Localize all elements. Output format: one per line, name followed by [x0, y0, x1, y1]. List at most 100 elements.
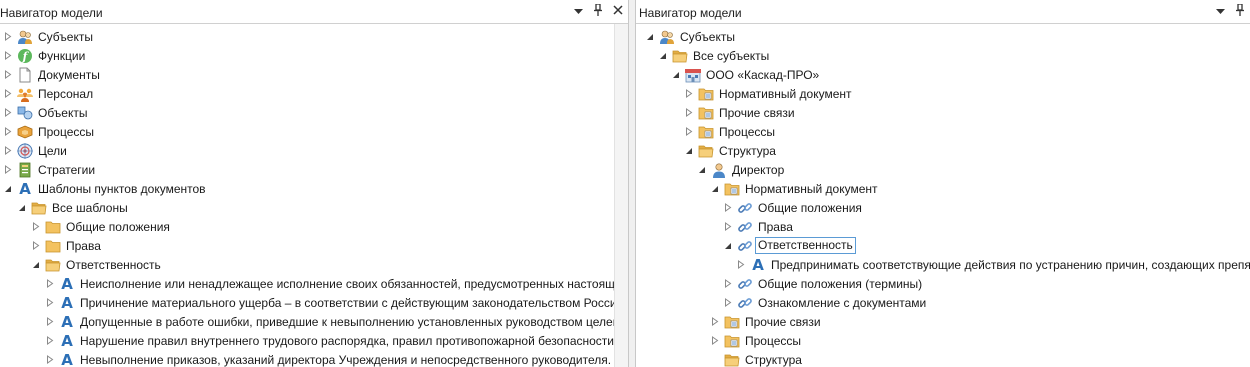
tree-node[interactable]: Все субъекты	[658, 46, 769, 65]
letter-a-icon: A	[61, 312, 73, 331]
tree-node[interactable]: Документы	[3, 65, 100, 84]
tree-node[interactable]: Директор	[697, 160, 784, 179]
tree-node[interactable]: Ознакомление с документами	[723, 293, 926, 312]
tree-node[interactable]: Цели	[3, 141, 67, 160]
expand-arrow-icon[interactable]	[45, 317, 55, 327]
tree-node[interactable]: Субъекты	[3, 27, 93, 46]
tree-node[interactable]: Структура	[684, 141, 776, 160]
collapse-arrow-icon[interactable]	[723, 241, 733, 251]
tree-node[interactable]: Нормативный документ	[710, 179, 878, 198]
expand-arrow-icon[interactable]	[723, 279, 733, 289]
expand-arrow-icon[interactable]	[3, 70, 13, 80]
panel-title: Навигатор модели	[639, 6, 742, 20]
tree-node-label: Структура	[719, 143, 776, 158]
group-icon	[17, 86, 33, 102]
tree-node-label: Персонал	[38, 86, 94, 101]
tree-node-label: Общие положения	[66, 219, 170, 234]
tree-node[interactable]: Субъекты	[645, 27, 735, 46]
tree-node[interactable]: Общие положения	[31, 217, 170, 236]
tree-node[interactable]: A Допущенные в работе ошибки, приведшие к…	[45, 312, 619, 331]
expand-arrow-icon[interactable]	[723, 203, 733, 213]
expand-arrow-icon[interactable]	[3, 146, 13, 156]
tree-node[interactable]: Ответственность	[31, 255, 161, 274]
tree-node[interactable]: ООО «Каскад-ПРО»	[671, 65, 819, 84]
collapse-arrow-icon[interactable]	[17, 203, 27, 213]
expand-arrow-icon[interactable]	[710, 317, 720, 327]
tree-node[interactable]: Прочие связи	[684, 103, 795, 122]
expand-arrow-icon[interactable]	[684, 89, 694, 99]
collapse-arrow-icon[interactable]	[671, 70, 681, 80]
target-icon	[17, 142, 33, 159]
tree-node[interactable]: A Предпринимать соответствующие действия …	[736, 255, 1250, 274]
tree-node[interactable]: Структура	[710, 350, 802, 367]
tree-node[interactable]: A Шаблоны пунктов документов	[3, 179, 206, 198]
expand-arrow-icon[interactable]	[3, 89, 13, 99]
tree-node[interactable]: Нормативный документ	[684, 84, 852, 103]
tree-node[interactable]: Все шаблоны	[17, 198, 128, 217]
tree-node[interactable]: A Нарушение правил внутреннего трудового …	[45, 331, 614, 350]
tree-node[interactable]: Персонал	[3, 84, 93, 103]
tree-node[interactable]: Процессы	[710, 331, 801, 350]
collapse-arrow-icon[interactable]	[658, 51, 668, 61]
expand-arrow-icon[interactable]	[684, 108, 694, 118]
folder-doc-icon	[698, 105, 714, 121]
tree-node[interactable]: Общие положения	[723, 198, 862, 217]
tree-node[interactable]: Процессы	[3, 122, 94, 141]
tree-node-label: Процессы	[745, 333, 802, 348]
collapse-arrow-icon[interactable]	[710, 184, 720, 194]
folder-open-icon	[31, 200, 47, 216]
expand-arrow-icon[interactable]	[710, 336, 720, 346]
panel-splitter[interactable]	[628, 0, 636, 367]
close-icon	[613, 4, 623, 18]
chevron-down-button[interactable]	[572, 4, 584, 18]
tree-node[interactable]: Права	[31, 236, 101, 255]
pin-button[interactable]	[592, 2, 604, 18]
collapse-arrow-icon[interactable]	[684, 146, 694, 156]
tree-node-label: Ответственность	[755, 237, 856, 254]
chevron-down-button[interactable]	[1214, 4, 1226, 18]
tree-node[interactable]: Процессы	[684, 122, 775, 141]
close-button[interactable]	[612, 4, 624, 18]
collapse-arrow-icon[interactable]	[645, 32, 655, 42]
folder-icon	[45, 238, 61, 254]
expand-arrow-icon[interactable]	[45, 279, 55, 289]
tree-node[interactable]: f Функции	[3, 46, 85, 65]
expand-arrow-icon[interactable]	[3, 108, 13, 118]
expand-arrow-icon[interactable]	[723, 298, 733, 308]
link-icon	[737, 238, 753, 254]
expand-arrow-icon[interactable]	[3, 127, 13, 137]
tree-node[interactable]: Стратегии	[3, 160, 95, 179]
tree-node-label: Общие положения (термины)	[758, 276, 923, 291]
tree-node[interactable]: A Неисполнение или ненадлежащее исполнени…	[45, 274, 628, 293]
expand-arrow-icon[interactable]	[45, 298, 55, 308]
tree-node[interactable]: Прочие связи	[710, 312, 821, 331]
tree-node[interactable]: Права	[723, 217, 793, 236]
pin-button[interactable]	[1234, 2, 1246, 18]
tree-node[interactable]: A Невыполнение приказов, указаний директо…	[45, 350, 611, 367]
tree-node-label: Нормативный документ	[719, 86, 852, 101]
expand-arrow-icon[interactable]	[3, 51, 13, 61]
expand-arrow-icon[interactable]	[31, 241, 41, 251]
expand-arrow-icon[interactable]	[45, 336, 55, 346]
organization-icon	[685, 67, 701, 83]
expand-arrow-icon[interactable]	[736, 260, 746, 270]
tree-node[interactable]: Объекты	[3, 103, 88, 122]
tree-node[interactable]: Ответственность	[723, 236, 856, 255]
strategy-icon	[17, 162, 33, 178]
expand-arrow-icon[interactable]	[723, 222, 733, 232]
expand-arrow-icon[interactable]	[3, 32, 13, 42]
tree-node[interactable]: A Причинение материального ущерба – в соо…	[45, 293, 623, 312]
collapse-arrow-icon[interactable]	[31, 260, 41, 270]
expand-arrow-icon[interactable]	[31, 222, 41, 232]
expand-arrow-icon[interactable]	[684, 127, 694, 137]
collapse-arrow-icon[interactable]	[697, 165, 707, 175]
function-icon: f	[17, 48, 33, 64]
objects-icon	[17, 105, 33, 121]
expand-arrow-icon[interactable]	[45, 355, 55, 365]
expand-arrow-icon[interactable]	[3, 165, 13, 175]
vertical-scrollbar[interactable]	[614, 24, 628, 367]
tree-node-label: Все субъекты	[693, 48, 770, 63]
collapse-arrow-icon[interactable]	[3, 184, 13, 194]
tree-node[interactable]: Общие положения (термины)	[723, 274, 922, 293]
